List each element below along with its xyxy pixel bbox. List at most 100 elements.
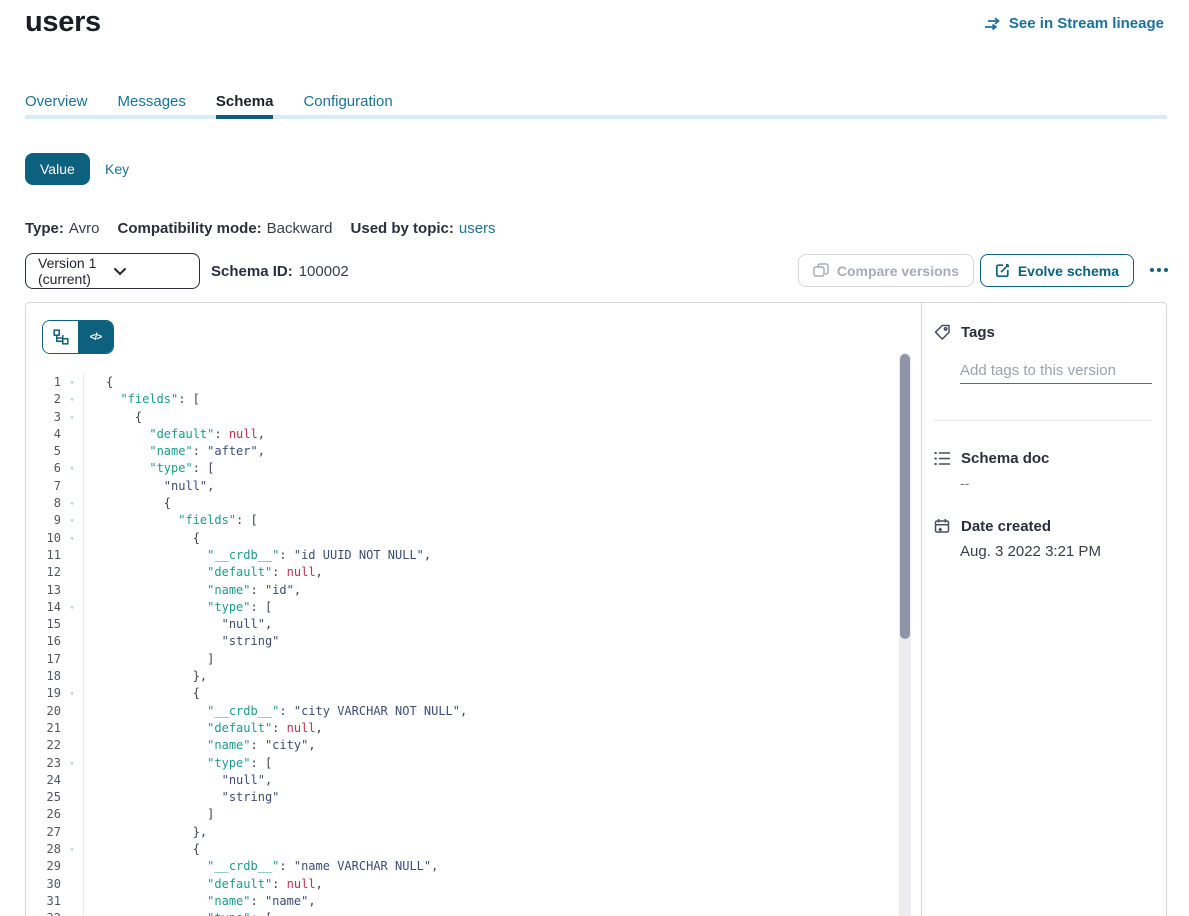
code-text: "string" [83, 633, 279, 650]
line-number: 21 [26, 720, 61, 737]
topic-link[interactable]: users [459, 220, 496, 237]
line-number: 13 [26, 582, 61, 599]
tab-configuration[interactable]: Configuration [303, 88, 392, 115]
code-line: 20"__crdb__": "city VARCHAR NOT NULL", [26, 703, 1134, 720]
code-view-icon: </> [90, 332, 101, 343]
stream-lineage-link[interactable]: See in Stream lineage [984, 15, 1164, 32]
code-line: 23▾"type": [ [26, 755, 1134, 772]
fold-spacer [61, 478, 83, 495]
code-line: 31"name": "name", [26, 893, 1134, 910]
code-line: 16"string" [26, 633, 1134, 650]
line-number: 4 [26, 426, 61, 443]
schema-key-toggle[interactable]: Key [93, 153, 141, 185]
code-view-button[interactable]: </> [78, 321, 113, 353]
evolve-schema-button[interactable]: Evolve schema [980, 254, 1134, 287]
fold-spacer [61, 737, 83, 754]
line-number: 18 [26, 668, 61, 685]
schema-panel: </> 1▾{2▾"fields": [3▾{4"default": null,… [25, 302, 1167, 916]
fold-spacer [61, 582, 83, 599]
code-text: "name": "after", [83, 443, 265, 460]
code-line: 32▾"type": [ [26, 910, 1134, 916]
edit-icon [995, 263, 1010, 278]
fold-spacer [61, 443, 83, 460]
line-number: 5 [26, 443, 61, 460]
schema-doc-header: Schema doc [934, 450, 1049, 467]
fold-toggle-icon[interactable]: ▾ [61, 755, 83, 772]
line-number: 9 [26, 512, 61, 529]
line-number: 6 [26, 460, 61, 477]
code-line: 21"default": null, [26, 720, 1134, 737]
fold-spacer [61, 564, 83, 581]
schema-value-toggle[interactable]: Value [25, 153, 90, 185]
line-number: 23 [26, 755, 61, 772]
fold-toggle-icon[interactable]: ▾ [61, 841, 83, 858]
code-line: 12"default": null, [26, 564, 1134, 581]
version-select[interactable]: Version 1 (current) [25, 253, 200, 289]
code-text: { [83, 841, 200, 858]
tab-underline-track [25, 115, 1167, 119]
fold-spacer [61, 547, 83, 564]
used-by-topic: Used by topic:users [351, 220, 496, 237]
date-created-title: Date created [961, 518, 1051, 535]
compare-versions-label: Compare versions [837, 263, 959, 279]
code-text: "__crdb__": "id UUID NOT NULL", [83, 547, 431, 564]
tab-overview[interactable]: Overview [25, 88, 88, 115]
line-number: 25 [26, 789, 61, 806]
fold-spacer [61, 893, 83, 910]
code-line: 30"default": null, [26, 876, 1134, 893]
schema-doc-title: Schema doc [961, 450, 1049, 467]
schema-page: users See in Stream lineage Overview Mess… [0, 0, 1189, 916]
ellipsis-icon [1150, 268, 1154, 272]
tag-icon [934, 324, 951, 341]
date-created-value: Aug. 3 2022 3:21 PM [960, 543, 1101, 560]
line-number: 24 [26, 772, 61, 789]
code-line: 3▾{ [26, 409, 1134, 426]
line-number: 17 [26, 651, 61, 668]
fold-toggle-icon[interactable]: ▾ [61, 374, 83, 391]
schema-doc-value: -- [960, 475, 969, 491]
line-number: 27 [26, 824, 61, 841]
fold-toggle-icon[interactable]: ▾ [61, 391, 83, 408]
code-line: 29"__crdb__": "name VARCHAR NULL", [26, 858, 1134, 875]
code-text: "name": "id", [83, 582, 301, 599]
code-text: }, [83, 824, 207, 841]
fold-toggle-icon[interactable]: ▾ [61, 495, 83, 512]
schema-type: Type:Avro [25, 220, 99, 237]
more-options-button[interactable] [1144, 259, 1174, 281]
tab-messages[interactable]: Messages [118, 88, 186, 115]
code-line: 19▾{ [26, 685, 1134, 702]
line-number: 3 [26, 409, 61, 426]
compare-versions-button[interactable]: Compare versions [798, 254, 974, 287]
line-number: 14 [26, 599, 61, 616]
code-line: 15"null", [26, 616, 1134, 633]
scrollbar-track[interactable] [899, 353, 911, 916]
code-line: 2▾"fields": [ [26, 391, 1134, 408]
fold-spacer [61, 876, 83, 893]
code-text: { [83, 685, 200, 702]
tab-schema[interactable]: Schema [216, 88, 274, 115]
add-tags-input[interactable] [960, 358, 1152, 384]
fold-toggle-icon[interactable]: ▾ [61, 512, 83, 529]
evolve-schema-label: Evolve schema [1018, 263, 1119, 279]
fold-spacer [61, 720, 83, 737]
code-text: "fields": [ [83, 391, 200, 408]
code-text: }, [83, 668, 207, 685]
compatibility-mode: Compatibility mode:Backward [117, 220, 332, 237]
fold-toggle-icon[interactable]: ▾ [61, 409, 83, 426]
fold-toggle-icon[interactable]: ▾ [61, 910, 83, 916]
fold-toggle-icon[interactable]: ▾ [61, 460, 83, 477]
fold-toggle-icon[interactable]: ▾ [61, 599, 83, 616]
code-text: { [83, 530, 200, 547]
line-number: 26 [26, 806, 61, 823]
scrollbar-thumb[interactable] [900, 354, 910, 639]
fold-spacer [61, 858, 83, 875]
fold-toggle-icon[interactable]: ▾ [61, 530, 83, 547]
code-line: 24"null", [26, 772, 1134, 789]
fold-toggle-icon[interactable]: ▾ [61, 685, 83, 702]
fold-spacer [61, 824, 83, 841]
code-text: "fields": [ [83, 512, 258, 529]
schema-view-toggle: </> [42, 320, 114, 354]
tree-view-button[interactable] [43, 321, 78, 353]
line-number: 32 [26, 910, 61, 916]
fold-spacer [61, 703, 83, 720]
